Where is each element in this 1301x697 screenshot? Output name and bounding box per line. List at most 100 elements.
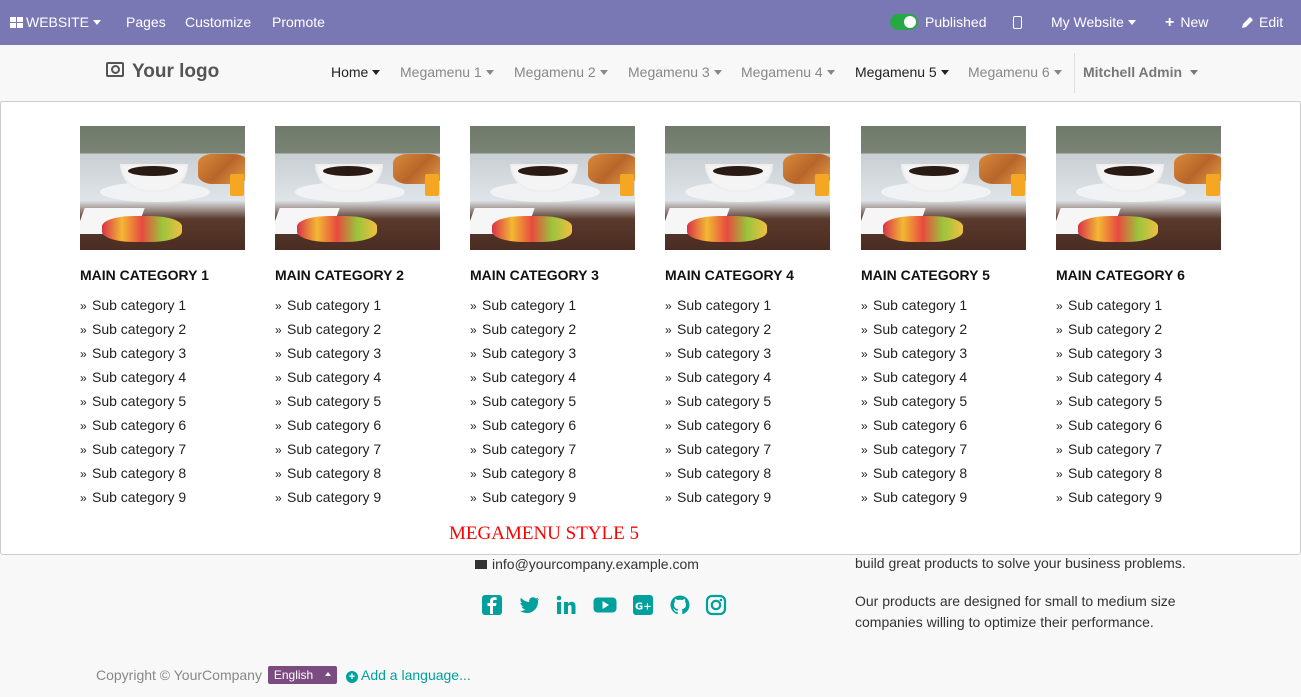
- subcategory-link[interactable]: » Sub category 2: [665, 321, 835, 345]
- subcategory-link[interactable]: » Sub category 1: [1056, 297, 1226, 321]
- nav-item-megamenu-1[interactable]: Megamenu 1: [400, 64, 494, 80]
- main-category-title[interactable]: MAIN CATEGORY 5: [861, 267, 1031, 283]
- subcategory-link[interactable]: » Sub category 6: [80, 417, 250, 441]
- main-category-title[interactable]: MAIN CATEGORY 1: [80, 267, 250, 283]
- main-category-title[interactable]: MAIN CATEGORY 2: [275, 267, 445, 283]
- subcategory-link[interactable]: » Sub category 5: [1056, 393, 1226, 417]
- language-selector[interactable]: English: [267, 666, 338, 684]
- subcategory-link[interactable]: » Sub category 1: [861, 297, 1031, 321]
- nav-item-megamenu-5[interactable]: Megamenu 5: [855, 64, 949, 80]
- subcategory-link[interactable]: » Sub category 6: [665, 417, 835, 441]
- site-logo[interactable]: Your logo: [106, 61, 219, 83]
- google-plus-icon[interactable]: G+: [632, 594, 654, 616]
- subcategory-link[interactable]: » Sub category 5: [861, 393, 1031, 417]
- subcategory-link[interactable]: » Sub category 9: [470, 489, 640, 513]
- subcategory-link[interactable]: » Sub category 8: [665, 465, 835, 489]
- main-category-title[interactable]: MAIN CATEGORY 4: [665, 267, 835, 283]
- facebook-icon[interactable]: [481, 594, 503, 616]
- subcategory-link[interactable]: » Sub category 5: [80, 393, 250, 417]
- subcategory-link[interactable]: » Sub category 4: [665, 369, 835, 393]
- youtube-icon[interactable]: [593, 594, 617, 616]
- subcategory-link[interactable]: » Sub category 3: [470, 345, 640, 369]
- subcategory-link[interactable]: » Sub category 8: [275, 465, 445, 489]
- nav-item-home[interactable]: Home: [331, 64, 381, 80]
- my-website-menu[interactable]: My Website: [1051, 0, 1136, 45]
- published-toggle[interactable]: Published: [890, 0, 987, 45]
- subcategory-link[interactable]: » Sub category 9: [665, 489, 835, 513]
- category-image[interactable]: [275, 126, 440, 250]
- subcategory-link[interactable]: » Sub category 2: [80, 321, 250, 345]
- nav-item-megamenu-4[interactable]: Megamenu 4: [741, 64, 835, 80]
- subcategory-link[interactable]: » Sub category 2: [1056, 321, 1226, 345]
- instagram-icon[interactable]: [705, 594, 727, 616]
- subcategory-link[interactable]: » Sub category 8: [1056, 465, 1226, 489]
- subcategory-link[interactable]: » Sub category 8: [80, 465, 250, 489]
- category-image[interactable]: [665, 126, 830, 250]
- subcategory-link[interactable]: » Sub category 1: [470, 297, 640, 321]
- subcategory-link[interactable]: » Sub category 7: [275, 441, 445, 465]
- subcategory-link[interactable]: » Sub category 4: [80, 369, 250, 393]
- main-category-title[interactable]: MAIN CATEGORY 3: [470, 267, 640, 283]
- subcategory-link[interactable]: » Sub category 4: [861, 369, 1031, 393]
- double-chevron-right-icon: »: [665, 347, 672, 361]
- subcategory-link[interactable]: » Sub category 6: [1056, 417, 1226, 441]
- subcategory-link[interactable]: » Sub category 5: [665, 393, 835, 417]
- subcategory-link[interactable]: » Sub category 9: [861, 489, 1031, 513]
- nav-item-megamenu-2[interactable]: Megamenu 2: [514, 64, 608, 80]
- subcategory-link[interactable]: » Sub category 4: [1056, 369, 1226, 393]
- customize-menu[interactable]: Customize: [185, 0, 251, 45]
- subcategory-link[interactable]: » Sub category 7: [1056, 441, 1226, 465]
- subcategory-link[interactable]: » Sub category 1: [275, 297, 445, 321]
- main-category-title[interactable]: MAIN CATEGORY 6: [1056, 267, 1226, 283]
- promote-menu[interactable]: Promote: [272, 0, 325, 45]
- subcategory-list: » Sub category 1 » Sub category 2 » Sub categ…: [861, 297, 1031, 513]
- double-chevron-right-icon: »: [275, 491, 282, 505]
- subcategory-link[interactable]: » Sub category 7: [470, 441, 640, 465]
- mobile-preview-button[interactable]: [1013, 0, 1022, 45]
- megamenu-column: MAIN CATEGORY 4 » Sub category 1 » Sub categ…: [665, 126, 835, 513]
- pages-menu[interactable]: Pages: [126, 0, 166, 45]
- subcategory-link[interactable]: » Sub category 7: [665, 441, 835, 465]
- add-language-link[interactable]: + Add a language...: [346, 667, 471, 683]
- subcategory-link[interactable]: » Sub category 7: [861, 441, 1031, 465]
- github-icon[interactable]: [669, 594, 691, 616]
- linkedin-icon[interactable]: [555, 594, 577, 616]
- category-image[interactable]: [861, 126, 1026, 250]
- footer-email[interactable]: info@yourcompany.example.com: [475, 556, 699, 572]
- user-menu[interactable]: Mitchell Admin: [1083, 64, 1199, 80]
- category-image[interactable]: [470, 126, 635, 250]
- subcategory-link[interactable]: » Sub category 1: [80, 297, 250, 321]
- nav-item-megamenu-3[interactable]: Megamenu 3: [628, 64, 722, 80]
- subcategory-link[interactable]: » Sub category 2: [470, 321, 640, 345]
- subcategory-label: Sub category 3: [482, 345, 577, 361]
- subcategory-link[interactable]: » Sub category 9: [80, 489, 250, 513]
- edit-button[interactable]: Edit: [1241, 0, 1283, 45]
- subcategory-link[interactable]: » Sub category 6: [275, 417, 445, 441]
- subcategory-link[interactable]: » Sub category 1: [665, 297, 835, 321]
- subcategory-link[interactable]: » Sub category 8: [470, 465, 640, 489]
- subcategory-link[interactable]: » Sub category 3: [1056, 345, 1226, 369]
- subcategory-link[interactable]: » Sub category 3: [665, 345, 835, 369]
- subcategory-link[interactable]: » Sub category 5: [275, 393, 445, 417]
- twitter-icon[interactable]: [518, 594, 540, 616]
- subcategory-link[interactable]: » Sub category 8: [861, 465, 1031, 489]
- category-image[interactable]: [1056, 126, 1221, 250]
- nav-item-megamenu-6[interactable]: Megamenu 6: [968, 64, 1062, 80]
- subcategory-link[interactable]: » Sub category 6: [470, 417, 640, 441]
- subcategory-link[interactable]: » Sub category 3: [80, 345, 250, 369]
- subcategory-link[interactable]: » Sub category 2: [275, 321, 445, 345]
- subcategory-link[interactable]: » Sub category 2: [861, 321, 1031, 345]
- subcategory-link[interactable]: » Sub category 6: [861, 417, 1031, 441]
- website-menu[interactable]: WEBSITE: [10, 0, 102, 45]
- subcategory-link[interactable]: » Sub category 9: [1056, 489, 1226, 513]
- subcategory-link[interactable]: » Sub category 3: [275, 345, 445, 369]
- subcategory-link[interactable]: » Sub category 5: [470, 393, 640, 417]
- category-image[interactable]: [80, 126, 245, 250]
- subcategory-link[interactable]: » Sub category 9: [275, 489, 445, 513]
- subcategory-link[interactable]: » Sub category 4: [470, 369, 640, 393]
- website-navbar: Your logo Home Megamenu 1 Megamenu 2 Meg…: [0, 45, 1301, 102]
- subcategory-link[interactable]: » Sub category 4: [275, 369, 445, 393]
- new-button[interactable]: + New: [1165, 0, 1208, 45]
- subcategory-link[interactable]: » Sub category 7: [80, 441, 250, 465]
- subcategory-link[interactable]: » Sub category 3: [861, 345, 1031, 369]
